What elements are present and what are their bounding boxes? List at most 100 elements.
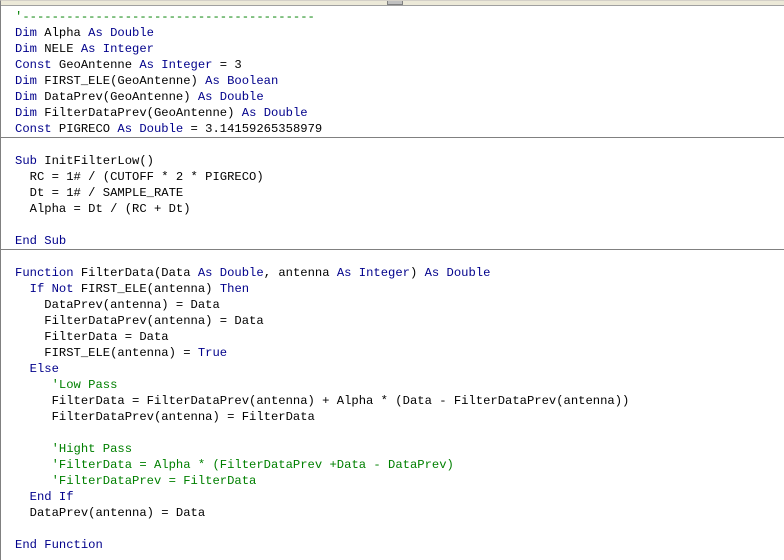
code-line[interactable] [1, 425, 784, 441]
keyword-token: As Boolean [205, 74, 279, 88]
code-text-token: FIRST_ELE(GeoAntenne) [36, 74, 206, 88]
code-line[interactable] [1, 249, 784, 265]
code-text-token: FilterData = Data [15, 330, 169, 344]
keyword-token: As Double [197, 90, 264, 104]
code-text-token: FilterDataPrev(GeoAntenne) [36, 106, 242, 120]
splitter-handle[interactable] [387, 1, 403, 5]
code-line[interactable]: End Sub [1, 233, 784, 250]
code-line[interactable]: Const PIGRECO As Double = 3.141592653589… [1, 121, 784, 138]
code-line[interactable]: 'FilterDataPrev = FilterData [1, 473, 784, 489]
code-line[interactable]: 'Hight Pass [1, 441, 784, 457]
code-text-token: FIRST_ELE(antenna) [73, 282, 220, 296]
code-text-token: DataPrev(antenna) = Data [15, 506, 206, 520]
keyword-token: Const [15, 122, 52, 136]
code-line[interactable]: End Function [1, 537, 784, 553]
keyword-token: Dim [15, 106, 37, 120]
code-line[interactable]: FilterDataPrev(antenna) = FilterData [1, 409, 784, 425]
code-editor-window[interactable]: '---------------------------------------… [0, 0, 784, 560]
code-line[interactable]: FIRST_ELE(antenna) = True [1, 345, 784, 361]
code-line[interactable] [1, 217, 784, 233]
code-line[interactable]: DataPrev(antenna) = Data [1, 505, 784, 521]
code-text-token: Dt = 1# / SAMPLE_RATE [15, 186, 184, 200]
keyword-token: Then [219, 282, 250, 296]
keyword-token: Else [29, 362, 59, 376]
code-line[interactable]: Alpha = Dt / (RC + Dt) [1, 201, 784, 217]
code-line[interactable]: RC = 1# / (CUTOFF * 2 * PIGRECO) [1, 169, 784, 185]
code-line[interactable]: Function FilterData(Data As Double, ante… [1, 265, 784, 281]
keyword-token: As Integer [80, 42, 154, 56]
code-line[interactable]: FilterDataPrev(antenna) = Data [1, 313, 784, 329]
code-text-token: Alpha [36, 26, 89, 40]
code-text-token: FilterData(Data [73, 266, 198, 280]
code-line[interactable] [1, 137, 784, 153]
keyword-token: Dim [15, 42, 37, 56]
keyword-token: Dim [15, 74, 37, 88]
editor-top-bar [1, 1, 784, 6]
keyword-token: As Double [197, 266, 264, 280]
keyword-token: Dim [15, 90, 37, 104]
code-line[interactable]: End If [1, 489, 784, 505]
code-text-token: = 3 [212, 58, 242, 72]
code-text-token: Alpha = Dt / (RC + Dt) [15, 202, 191, 216]
code-text-token: ) [409, 266, 425, 280]
code-text-token: FIRST_ELE(antenna) = [15, 346, 198, 360]
code-line[interactable]: Dim Alpha As Double [1, 25, 784, 41]
code-text-token: FilterData = FilterDataPrev(antenna) + A… [15, 394, 630, 408]
code-text-token: DataPrev(antenna) = Data [15, 298, 220, 312]
keyword-token: End Sub [15, 234, 67, 248]
code-text-token: , antenna [263, 266, 337, 280]
keyword-token: As Double [88, 26, 154, 40]
code-line[interactable] [1, 521, 784, 537]
code-line[interactable]: FilterData = Data [1, 329, 784, 345]
code-line[interactable]: Dim FilterDataPrev(GeoAntenne) As Double [1, 105, 784, 121]
comment-token: 'Hight Pass [51, 442, 133, 456]
keyword-token: End If [29, 490, 74, 504]
code-line[interactable]: Dt = 1# / SAMPLE_RATE [1, 185, 784, 201]
code-text-token: DataPrev(GeoAntenne) [36, 90, 198, 104]
keyword-token: Const [15, 58, 52, 72]
code-area[interactable]: '---------------------------------------… [1, 9, 784, 553]
keyword-token: Function [15, 266, 74, 280]
code-text-token: GeoAntenne [51, 58, 140, 72]
comment-token: 'FilterData = Alpha * (FilterDataPrev +D… [51, 458, 454, 472]
code-line[interactable]: Dim NELE As Integer [1, 41, 784, 57]
comment-token: 'FilterDataPrev = FilterData [51, 474, 257, 488]
keyword-token: Dim [15, 26, 37, 40]
code-text-token: FilterDataPrev(antenna) = Data [15, 314, 264, 328]
code-text-token: PIGRECO [51, 122, 118, 136]
code-line[interactable]: 'Low Pass [1, 377, 784, 393]
code-line[interactable]: DataPrev(antenna) = Data [1, 297, 784, 313]
keyword-token: As Double [424, 266, 491, 280]
code-line[interactable]: '---------------------------------------… [1, 9, 784, 25]
code-line[interactable]: If Not FIRST_ELE(antenna) Then [1, 281, 784, 297]
code-text-token: RC = 1# / (CUTOFF * 2 * PIGRECO) [15, 170, 264, 184]
code-text-token: FilterDataPrev(antenna) = FilterData [15, 410, 315, 424]
keyword-token: As Double [117, 122, 184, 136]
keyword-token: End Function [15, 538, 103, 552]
keyword-token: If Not [29, 282, 74, 296]
keyword-token: Sub [15, 154, 37, 168]
code-line[interactable]: Sub InitFilterLow() [1, 153, 784, 169]
keyword-token: As Integer [336, 266, 410, 280]
code-text-token: = 3.14159265358979 [183, 122, 323, 136]
code-text-token: NELE [36, 42, 81, 56]
code-line[interactable]: Dim DataPrev(GeoAntenne) As Double [1, 89, 784, 105]
code-line[interactable]: Dim FIRST_ELE(GeoAntenne) As Boolean [1, 73, 784, 89]
keyword-token: As Double [241, 106, 308, 120]
code-line[interactable]: Const GeoAntenne As Integer = 3 [1, 57, 784, 73]
keyword-token: True [197, 346, 228, 360]
comment-token: '---------------------------------------… [15, 10, 315, 24]
code-text-token: InitFilterLow() [36, 154, 154, 168]
comment-token: 'Low Pass [51, 378, 118, 392]
code-line[interactable]: 'FilterData = Alpha * (FilterDataPrev +D… [1, 457, 784, 473]
code-line[interactable]: FilterData = FilterDataPrev(antenna) + A… [1, 393, 784, 409]
keyword-token: As Integer [139, 58, 213, 72]
code-line[interactable]: Else [1, 361, 784, 377]
